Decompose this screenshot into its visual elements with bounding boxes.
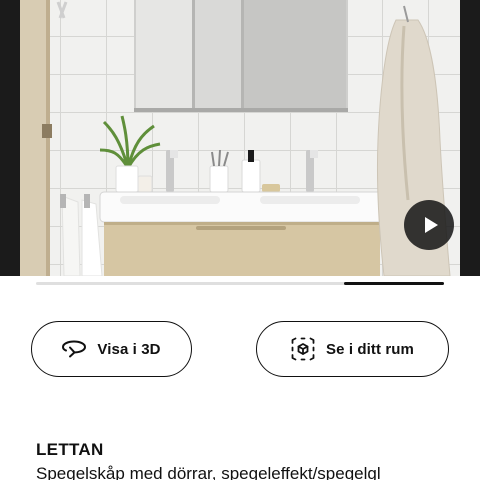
see-in-your-room-label: Se i ditt rum: [326, 340, 414, 358]
ar-cube-icon: [291, 337, 315, 361]
product-image-carousel[interactable]: [0, 0, 480, 276]
see-in-your-room-button[interactable]: Se i ditt rum: [256, 321, 449, 377]
carousel-progress-indicator: [344, 282, 444, 285]
product-description: Spegelskåp med dörrar, spegeleffekt/speg…: [36, 464, 381, 480]
play-video-button[interactable]: [404, 200, 454, 250]
product-name: LETTAN: [36, 440, 104, 459]
view-in-3d-button[interactable]: Visa i 3D: [31, 321, 192, 377]
product-photo: [20, 0, 460, 276]
rotate-3d-icon: [62, 340, 87, 358]
play-icon: [424, 217, 438, 233]
carousel-progress-track: [36, 282, 444, 285]
view-in-3d-label: Visa i 3D: [97, 340, 161, 358]
bathroom-scene-illustration: [20, 0, 451, 276]
